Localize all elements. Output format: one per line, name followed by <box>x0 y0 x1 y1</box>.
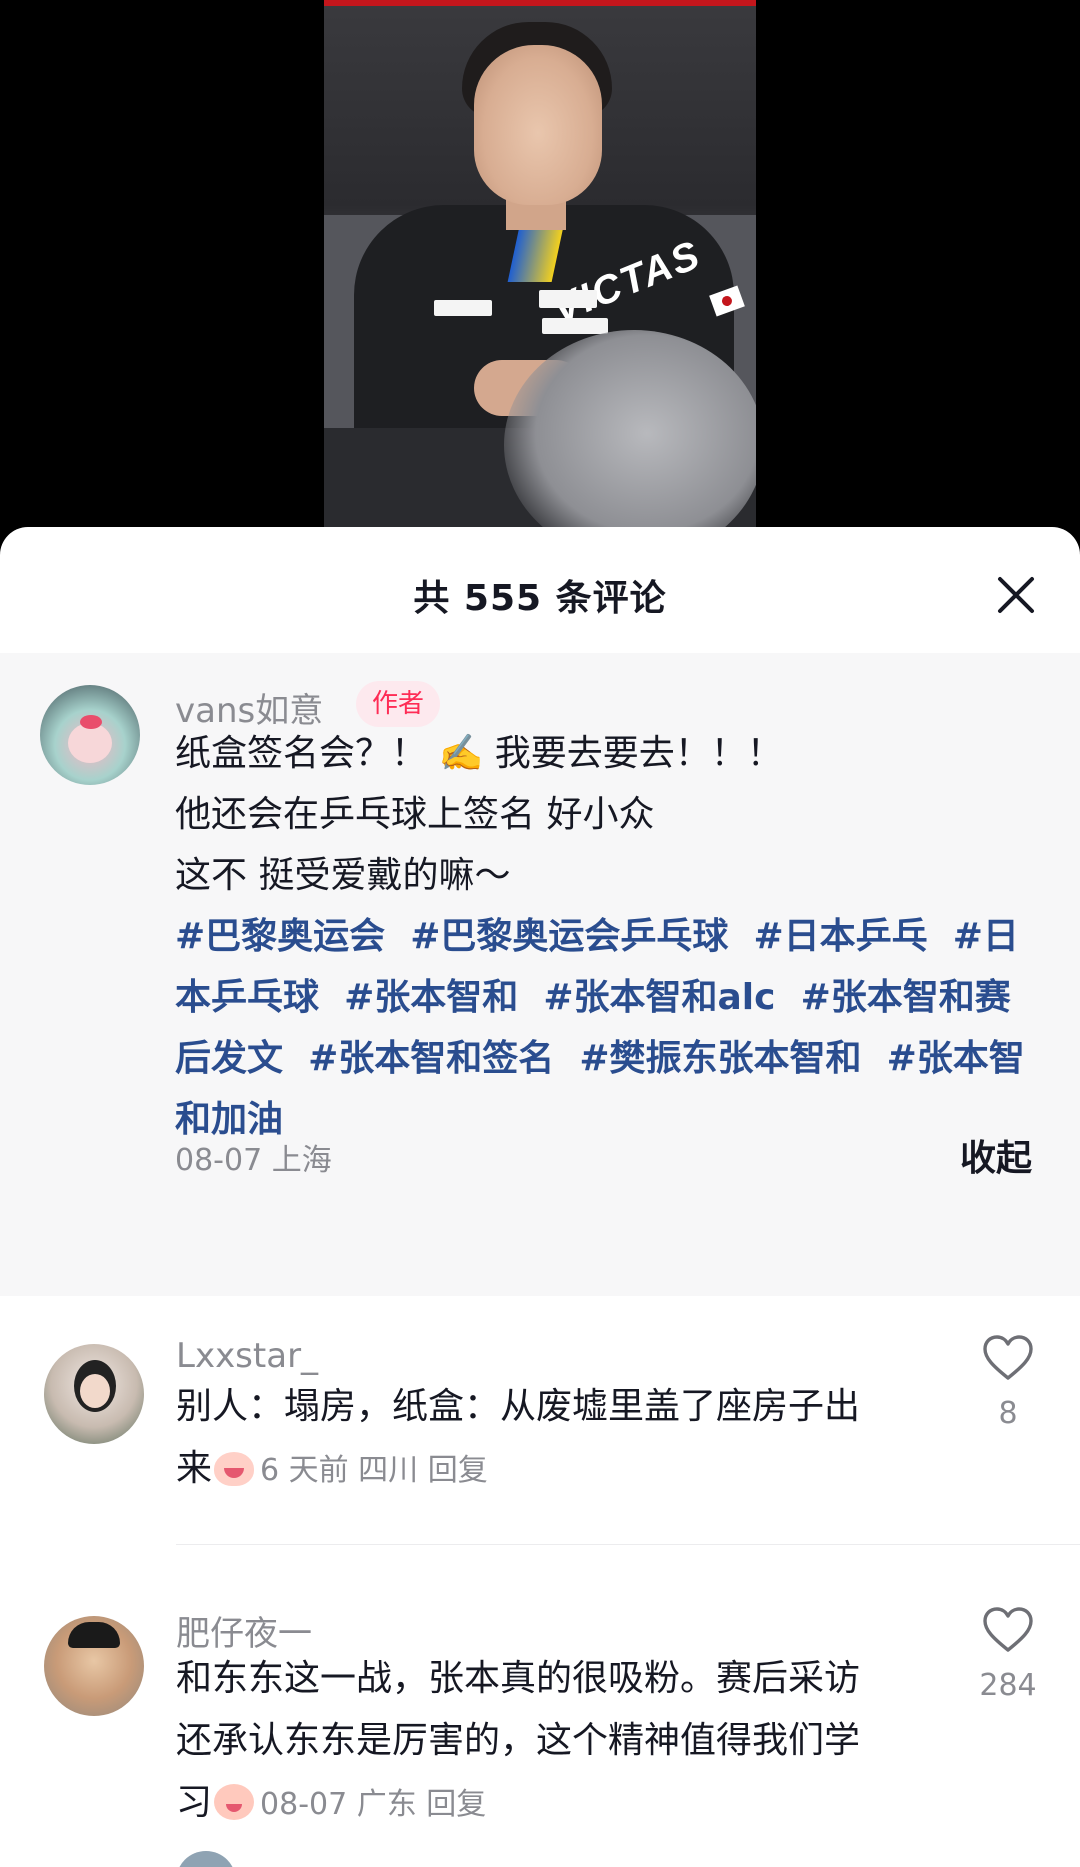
close-button[interactable] <box>990 569 1042 621</box>
comment-meta: 08-07 广东 <box>260 1787 417 1822</box>
author-comment: vans如意 作者 纸盒签名会？！ ✍️ 我要去要去！！！ 他还会在乒乓球上签名… <box>0 653 1080 1296</box>
video-sponsor-patch <box>539 290 597 308</box>
comment-text: 别人：塌房，纸盒：从废墟里盖了座房子出 来 6 天前 四川 回复 <box>176 1376 946 1502</box>
author-badge: 作者 <box>356 681 441 727</box>
comment-text: 和东东这一战，张本真的很吸粉。赛后采访 还承认东东是厉害的，这个精神值得我们学 … <box>176 1648 946 1836</box>
comment-line: 他还会在乒乓球上签名 好小众 <box>175 794 655 835</box>
comment-line: 纸盒签名会？！ ✍️ 我要去要去！！！ <box>175 733 783 774</box>
video-top-strip <box>324 0 756 6</box>
like-count: 284 <box>979 1668 1037 1703</box>
avatar[interactable] <box>44 1616 144 1716</box>
avatar[interactable] <box>40 685 140 785</box>
hashtag-link[interactable]: #日本乒乓 <box>754 916 928 957</box>
video-sponsor-patch <box>542 318 608 334</box>
hashtag-link[interactable]: #巴黎奥运会 <box>175 916 385 957</box>
heart-icon <box>983 1335 1033 1380</box>
comment-username[interactable]: Lxxstar_ <box>176 1336 318 1376</box>
comment-meta: 6 天前 四川 <box>260 1453 419 1488</box>
hashtag-link[interactable]: #张本智和签名 <box>308 1038 554 1079</box>
reply-button[interactable]: 回复 <box>428 1453 488 1488</box>
hashtag-link[interactable]: #樊振东张本智和 <box>579 1038 861 1079</box>
avatar[interactable] <box>44 1344 144 1444</box>
comment-line: 别人：塌房，纸盒：从废墟里盖了座房子出 <box>176 1386 861 1427</box>
collapse-button[interactable]: 收起 <box>960 1129 1032 1181</box>
comment-sheet: 共 555 条评论 vans如意 作者 纸盒签名会？！ ✍️ 我要去要去！！！ … <box>0 527 1080 1867</box>
divider <box>176 1544 1080 1545</box>
comment-line: 还承认东东是厉害的，这个精神值得我们学 <box>176 1720 861 1761</box>
like-button[interactable]: 8 <box>968 1334 1048 1431</box>
comment-text: 纸盒签名会？！ ✍️ 我要去要去！！！ 他还会在乒乓球上签名 好小众 这不 挺受… <box>175 723 1045 1150</box>
blush-emoji-icon <box>212 1780 256 1820</box>
comment-count-title: 共 555 条评论 <box>413 578 667 619</box>
comment-item: 肥仔夜一 和东东这一战，张本真的很吸粉。赛后采访 还承认东东是厉害的，这个精神值… <box>0 1576 1080 1867</box>
like-count: 8 <box>998 1396 1018 1431</box>
video-player[interactable]: VICTAS <box>0 0 1080 540</box>
video-person-head <box>474 45 602 205</box>
video-sponsor-patch <box>434 300 492 316</box>
close-icon <box>998 577 1034 613</box>
cry-emoji-icon <box>212 1446 256 1486</box>
video-frame: VICTAS <box>324 0 756 540</box>
comment-line: 来 <box>176 1448 213 1489</box>
heart-icon <box>983 1607 1033 1652</box>
hashtag-link[interactable]: #巴黎奥运会乒乓球 <box>410 916 728 957</box>
hashtag-list: #巴黎奥运会 #巴黎奥运会乒乓球 #日本乒乓 #日本乒乓球 #张本智和 #张本智… <box>175 906 1045 1150</box>
comment-sheet-header: 共 555 条评论 <box>0 527 1080 653</box>
comment-meta: 08-07 上海 <box>175 1143 332 1178</box>
comment-line: 和东东这一战，张本真的很吸粉。赛后采访 <box>176 1658 861 1699</box>
comment-line: 这不 挺受爱戴的嘛～ <box>175 855 511 896</box>
like-button[interactable]: 284 <box>968 1606 1048 1703</box>
hashtag-link[interactable]: #张本智和 <box>344 977 518 1018</box>
reply-button[interactable]: 回复 <box>426 1787 486 1822</box>
hashtag-link[interactable]: #张本智和alc <box>543 977 775 1018</box>
comment-item: Lxxstar_ 别人：塌房，纸盒：从废墟里盖了座房子出 来 6 天前 四川 回复… <box>0 1296 1080 1576</box>
comment-line: 习 <box>176 1782 213 1823</box>
